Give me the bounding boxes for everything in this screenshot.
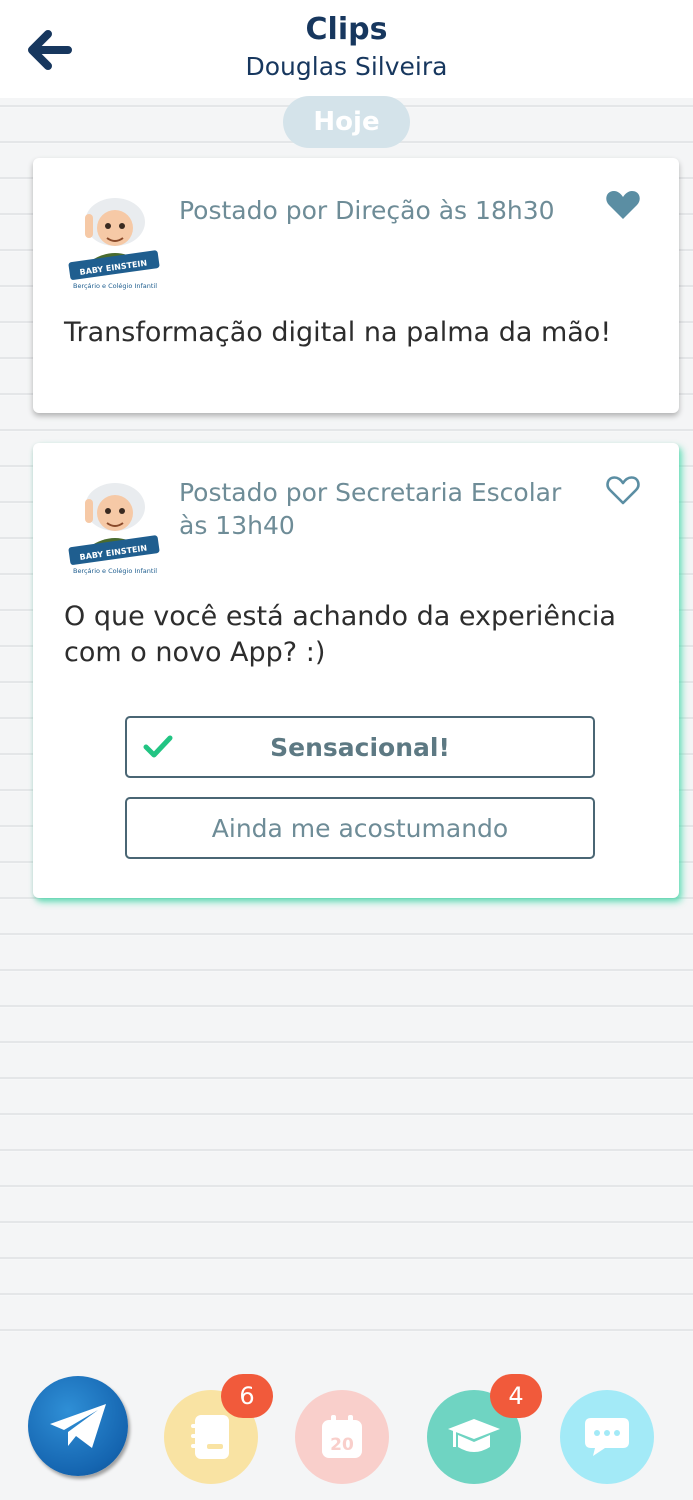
nav-send-button[interactable] xyxy=(28,1376,128,1476)
notebook-icon xyxy=(191,1415,229,1459)
calendar-icon: 20 xyxy=(322,1415,362,1458)
paper-plane-icon xyxy=(50,1404,106,1448)
check-icon xyxy=(143,734,173,760)
notebook-count-badge: 6 xyxy=(221,1374,273,1418)
bottom-navigation: 20 6 4 xyxy=(0,1360,693,1500)
post-card: BABY EINSTEIN Berçário e Colégio Infanti… xyxy=(33,158,679,413)
like-heart-outline-icon[interactable] xyxy=(605,473,641,507)
svg-text:Berçário e Colégio Infantil: Berçário e Colégio Infantil xyxy=(73,567,157,575)
chat-bubble-icon xyxy=(585,1418,629,1456)
student-name: Douglas Silveira xyxy=(245,52,448,81)
post-meta: Postado por Direção às 18h30 xyxy=(179,196,555,225)
post-message: O que você está achando da experiência c… xyxy=(64,601,616,668)
poll-option-sensacional[interactable]: Sensacional! xyxy=(125,716,595,778)
post-card-poll: BABY EINSTEIN Berçário e Colégio Infanti… xyxy=(33,443,679,898)
school-count-badge: 4 xyxy=(490,1374,542,1418)
calendar-day: 20 xyxy=(330,1435,354,1455)
nav-chat-button[interactable] xyxy=(560,1390,654,1484)
graduation-cap-icon xyxy=(448,1419,500,1452)
poll-option-label: Ainda me acostumando xyxy=(211,813,509,843)
post-meta: Postado por Secretaria Escolar às 13h40 xyxy=(179,478,562,540)
date-separator: Hoje xyxy=(283,96,410,148)
svg-text:Berçário e Colégio Infantil: Berçário e Colégio Infantil xyxy=(73,282,157,290)
poll-option-acostumando[interactable]: Ainda me acostumando xyxy=(125,797,595,859)
poll-option-label: Sensacional! xyxy=(270,732,450,762)
page-title: Clips xyxy=(305,12,388,47)
school-logo: BABY EINSTEIN Berçário e Colégio Infanti… xyxy=(67,192,163,292)
app-header: Clips Douglas Silveira xyxy=(0,0,693,98)
like-heart-filled-icon[interactable] xyxy=(605,188,641,222)
school-logo: BABY EINSTEIN Berçário e Colégio Infanti… xyxy=(67,477,163,577)
nav-calendar-button[interactable]: 20 xyxy=(295,1390,389,1484)
post-message: Transformação digital na palma da mão! xyxy=(64,317,612,348)
